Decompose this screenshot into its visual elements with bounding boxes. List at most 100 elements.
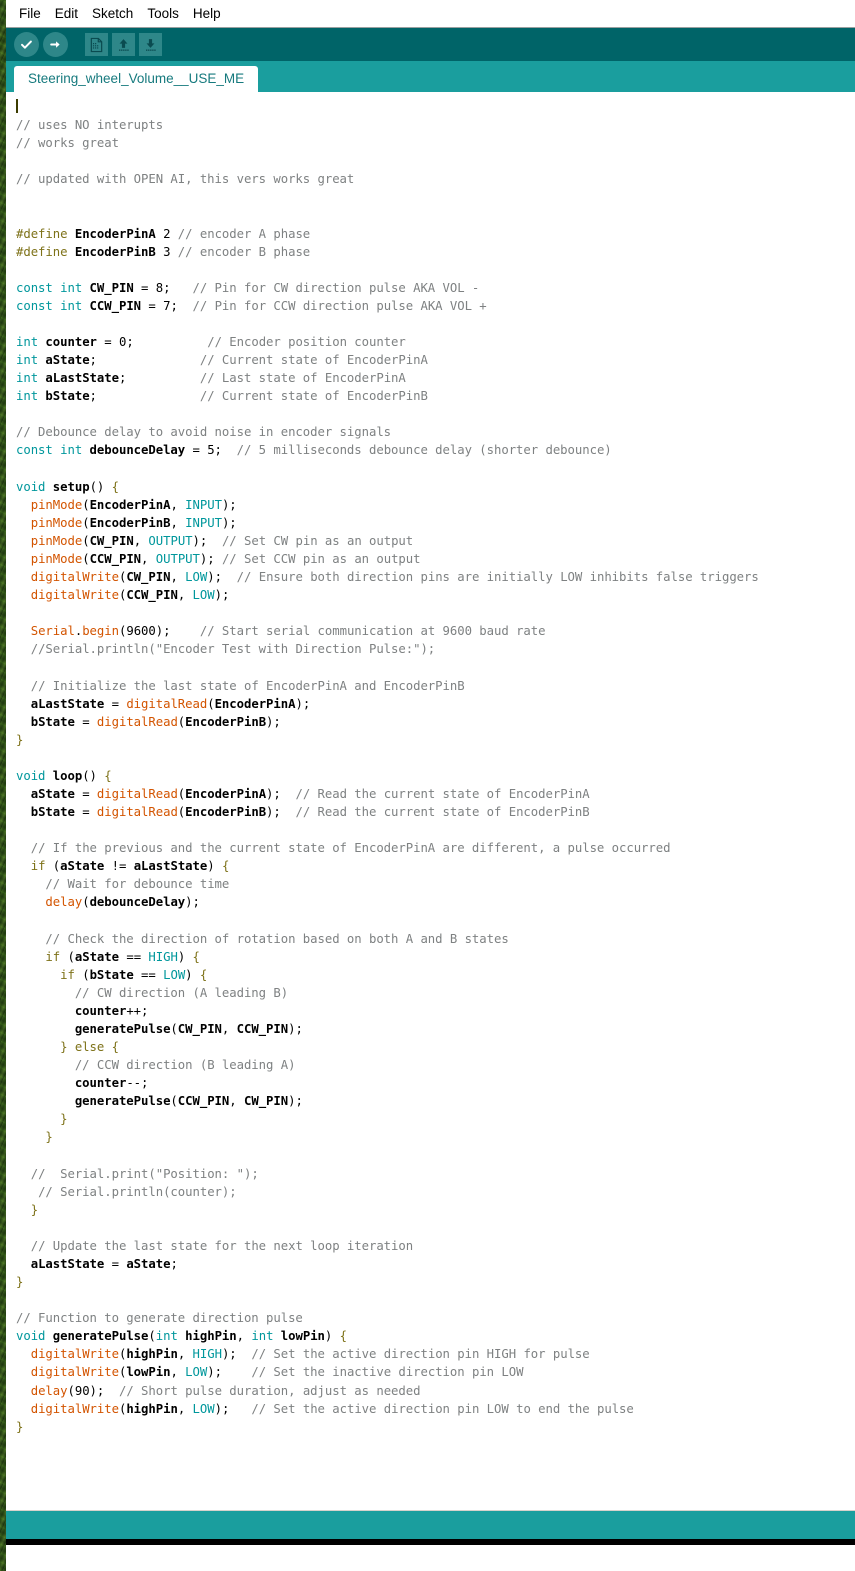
code-token: aState <box>126 1257 171 1271</box>
arduino-ide-window: File Edit Sketch Tools Help Steering_whe… <box>6 0 855 1571</box>
code-token: // Set the active direction pin HIGH for… <box>251 1347 590 1362</box>
code-token: = <box>104 1257 127 1271</box>
code-token: counter <box>45 335 97 350</box>
code-token: CW_PIN <box>89 533 134 548</box>
code-token: // Debounce delay to avoid noise in enco… <box>16 425 392 440</box>
code-line: // Initialize the last state of EncoderP… <box>16 677 855 695</box>
open-sketch-button[interactable] <box>112 33 135 56</box>
code-token: const int <box>16 443 83 458</box>
code-line: if (aState != aLastState) { <box>16 857 855 875</box>
code-line: // Update the last state for the next lo… <box>16 1237 855 1255</box>
code-line: digitalWrite(highPin, HIGH); // Set the … <box>16 1345 855 1363</box>
sketch-tab[interactable]: Steering_wheel_Volume__USE_ME <box>14 65 259 92</box>
code-token: delay <box>45 895 83 910</box>
code-token: digitalWrite <box>30 1401 119 1416</box>
code-line: // Function to generate direction pulse <box>16 1309 855 1327</box>
code-token: EncoderPinB <box>74 244 156 259</box>
code-token: = <box>74 805 97 820</box>
code-token: != <box>104 859 134 874</box>
code-token: lowPin <box>280 1329 325 1344</box>
code-token: HIGH <box>148 949 178 964</box>
menu-tools[interactable]: Tools <box>140 4 186 23</box>
upload-button[interactable] <box>43 32 68 57</box>
code-token: aLastState <box>45 371 119 386</box>
code-token: ( <box>82 515 90 530</box>
code-token: // encoder A phase <box>177 226 311 241</box>
code-line: digitalWrite(CCW_PIN, LOW); <box>16 586 855 604</box>
code-token: EncoderPinA <box>185 786 267 801</box>
code-token: ; <box>118 371 200 386</box>
code-token: // Wait for debounce time <box>45 877 230 892</box>
code-line: } <box>16 731 855 749</box>
code-token: ); <box>221 497 237 512</box>
save-sketch-button[interactable] <box>139 33 162 56</box>
new-sketch-button[interactable] <box>85 33 108 56</box>
code-line: if (aState == HIGH) { <box>16 948 855 966</box>
code-token: CCW_PIN <box>236 1021 289 1036</box>
code-token: ); <box>266 714 281 729</box>
code-token: ( <box>148 1329 156 1344</box>
code-token: aLastState <box>133 859 208 874</box>
code-line: delay(90); // Short pulse duration, adju… <box>16 1382 855 1400</box>
code-token: ; <box>89 389 200 404</box>
code-token: // Short pulse duration, adjust as neede… <box>118 1383 421 1398</box>
code-token: ); <box>185 895 200 910</box>
code-line: } <box>16 1273 855 1291</box>
code-line: #define EncoderPinB 3 // encoder B phase <box>16 243 855 261</box>
code-line: aLastState = aState; <box>16 1255 855 1273</box>
menu-help[interactable]: Help <box>186 4 228 23</box>
code-token: ); <box>221 515 237 530</box>
menu-sketch[interactable]: Sketch <box>85 4 140 23</box>
toolbar <box>6 28 855 61</box>
menu-file[interactable]: File <box>12 4 48 23</box>
code-token: counter <box>74 1076 127 1091</box>
code-token: debounceDelay <box>89 443 186 458</box>
code-line: // uses NO interupts <box>16 116 855 134</box>
verify-button[interactable] <box>14 32 39 57</box>
code-token: bState <box>30 714 75 729</box>
code-token: void <box>16 1329 46 1344</box>
code-token: LOW <box>163 967 186 982</box>
code-line: if (bState == LOW) { <box>16 966 855 984</box>
code-token: 3 <box>155 244 178 259</box>
code-line: // Serial.println(counter); <box>16 1183 855 1201</box>
code-token: = 8; <box>133 280 193 295</box>
code-editor[interactable]: // uses NO interupts // works great // up… <box>6 92 855 1510</box>
code-line: #define EncoderPinA 2 // encoder A phase <box>16 225 855 243</box>
text-caret <box>16 99 18 113</box>
code-line: } <box>16 1418 855 1436</box>
code-token: CW_PIN <box>177 1021 222 1036</box>
code-token: = 5; <box>185 443 237 458</box>
right-arrow-icon <box>50 41 60 48</box>
menu-edit[interactable]: Edit <box>48 4 85 23</box>
code-token: // Set CCW pin as an output <box>221 551 421 566</box>
code-token: { <box>339 1329 347 1344</box>
code-token: // Current state of EncoderPinA <box>199 353 428 368</box>
code-token: // CCW direction (B leading A) <box>74 1058 296 1073</box>
code-token: LOW <box>192 588 215 603</box>
code-token: digitalWrite <box>30 1347 119 1362</box>
code-token: ( <box>82 497 90 512</box>
code-token: // CW direction (A leading B) <box>74 985 289 1000</box>
code-token: // Ensure both direction pins are initia… <box>236 570 759 585</box>
code-token: ( <box>207 696 215 711</box>
code-token: // Read the current state of EncoderPinB <box>295 805 590 820</box>
code-token: ); <box>288 1021 303 1036</box>
code-token: // Check the direction of rotation based… <box>45 931 509 946</box>
code-token: pinMode <box>30 533 83 548</box>
code-token: ( <box>170 1021 178 1036</box>
